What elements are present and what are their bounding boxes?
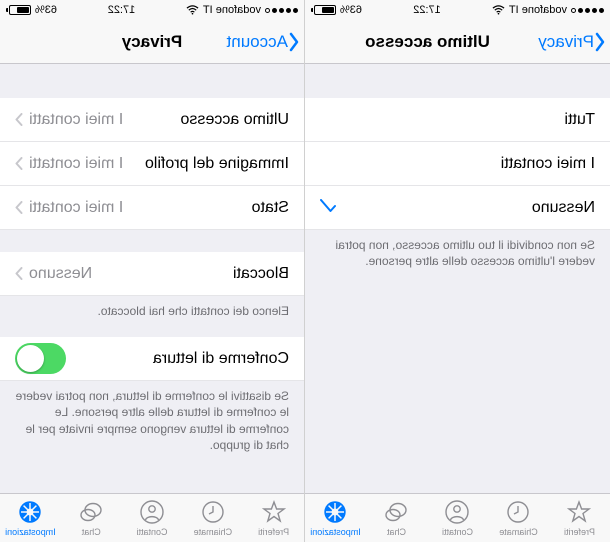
content-area: Tutti I miei contatti Nessuno Se non con… — [305, 64, 610, 493]
status-bar: vodafone IT 17:22 63% — [305, 0, 610, 20]
clock-icon — [506, 499, 532, 525]
option-footer: Se non condividi il tuo ultimo accesso, … — [305, 230, 610, 277]
person-icon — [139, 499, 165, 525]
status-bar: vodafone IT 17:22 63% — [0, 0, 304, 20]
chat-icon — [78, 499, 104, 525]
chevron-right-icon — [15, 267, 23, 280]
row-bloccati[interactable]: Bloccati Nessuno — [0, 252, 304, 296]
option-label: I miei contatti — [320, 155, 595, 173]
row-label: Bloccati — [92, 265, 289, 283]
wifi-icon — [186, 5, 199, 15]
chevron-left-icon — [288, 32, 300, 52]
screen-privacy: vodafone IT 17:22 63% Account Privacy Ul… — [0, 0, 305, 542]
bloccati-footer: Elenco dei contatti che hai bloccato. — [0, 296, 304, 327]
clock-label: 17:22 — [108, 4, 136, 16]
person-icon — [445, 499, 471, 525]
tab-contacts[interactable]: Contatti — [427, 494, 488, 542]
carrier-label: vodafone IT — [509, 4, 567, 16]
read-receipts-toggle[interactable] — [15, 343, 66, 374]
option-label: Nessuno — [336, 199, 595, 217]
clock-icon — [200, 499, 226, 525]
signal-dots-icon — [265, 8, 298, 13]
back-label: Account — [227, 32, 288, 52]
option-nessuno[interactable]: Nessuno — [305, 186, 610, 230]
clock-label: 17:22 — [413, 4, 441, 16]
chat-icon — [384, 499, 410, 525]
tab-recents[interactable]: Chiamate — [182, 494, 243, 542]
gear-icon — [323, 499, 349, 525]
row-label: Ultimo accesso — [123, 111, 289, 129]
tab-contacts[interactable]: Contatti — [122, 494, 183, 542]
tab-label: Chiamate — [499, 527, 538, 537]
tab-label: Contatti — [442, 527, 473, 537]
battery-pct-label: 63% — [35, 4, 57, 16]
tab-label: Preferiti — [564, 527, 595, 537]
gear-icon — [17, 499, 43, 525]
battery-icon — [6, 5, 31, 15]
carrier-label: vodafone IT — [203, 4, 261, 16]
row-value: I miei contatti — [29, 155, 123, 173]
chevron-left-icon — [594, 32, 606, 52]
tab-favorites[interactable]: Preferiti — [243, 494, 304, 542]
nav-bar: Account Privacy — [0, 20, 304, 64]
checkmark-icon — [320, 197, 336, 218]
tab-bar: Preferiti Chiamate Contatti Chat Imposta… — [0, 493, 304, 542]
tab-recents[interactable]: Chiamate — [488, 494, 549, 542]
tab-settings[interactable]: Impostazioni — [0, 494, 61, 542]
row-immagine-profilo[interactable]: Immagine del profilo I miei contatti — [0, 142, 304, 186]
option-miei-contatti[interactable]: I miei contatti — [305, 142, 610, 186]
row-label: Stato — [123, 199, 289, 217]
battery-icon — [311, 5, 336, 15]
chevron-right-icon — [15, 201, 23, 214]
chevron-right-icon — [15, 157, 23, 170]
tab-chat[interactable]: Chat — [61, 494, 122, 542]
row-conferme-lettura: Conferme di lettura — [0, 337, 304, 381]
tab-label: Contatti — [137, 527, 168, 537]
row-stato[interactable]: Stato I miei contatti — [0, 186, 304, 230]
tab-bar: Preferiti Chiamate Contatti Chat Imposta… — [305, 493, 610, 542]
signal-dots-icon — [571, 8, 604, 13]
nav-bar: Privacy Ultimo accesso — [305, 20, 610, 64]
tab-label: Impostazioni — [310, 527, 361, 537]
option-tutti[interactable]: Tutti — [305, 98, 610, 142]
row-label: Conferme di lettura — [66, 350, 289, 368]
tab-chat[interactable]: Chat — [366, 494, 427, 542]
star-icon — [261, 499, 287, 525]
back-button[interactable]: Privacy — [538, 32, 610, 52]
tab-favorites[interactable]: Preferiti — [549, 494, 610, 542]
chevron-right-icon — [15, 113, 23, 126]
wifi-icon — [492, 5, 505, 15]
back-label: Privacy — [538, 32, 594, 52]
star-icon — [567, 499, 593, 525]
tab-label: Chiamate — [194, 527, 233, 537]
battery-pct-label: 63% — [340, 4, 362, 16]
row-value: Nessuno — [29, 265, 92, 283]
tab-label: Impostazioni — [5, 527, 56, 537]
tab-label: Chat — [82, 527, 101, 537]
tab-label: Preferiti — [258, 527, 289, 537]
tab-label: Chat — [387, 527, 406, 537]
screen-ultimo-accesso: vodafone IT 17:22 63% Privacy Ultimo acc… — [305, 0, 610, 542]
row-value: I miei contatti — [29, 199, 123, 217]
tab-settings[interactable]: Impostazioni — [305, 494, 366, 542]
conferme-footer: Se disattivi le conferme di lettura, non… — [0, 381, 304, 461]
option-label: Tutti — [320, 111, 595, 129]
row-label: Immagine del profilo — [123, 155, 289, 173]
back-button[interactable]: Account — [227, 32, 304, 52]
row-value: I miei contatti — [29, 111, 123, 129]
content-area: Ultimo accesso I miei contatti Immagine … — [0, 64, 304, 493]
row-ultimo-accesso[interactable]: Ultimo accesso I miei contatti — [0, 98, 304, 142]
